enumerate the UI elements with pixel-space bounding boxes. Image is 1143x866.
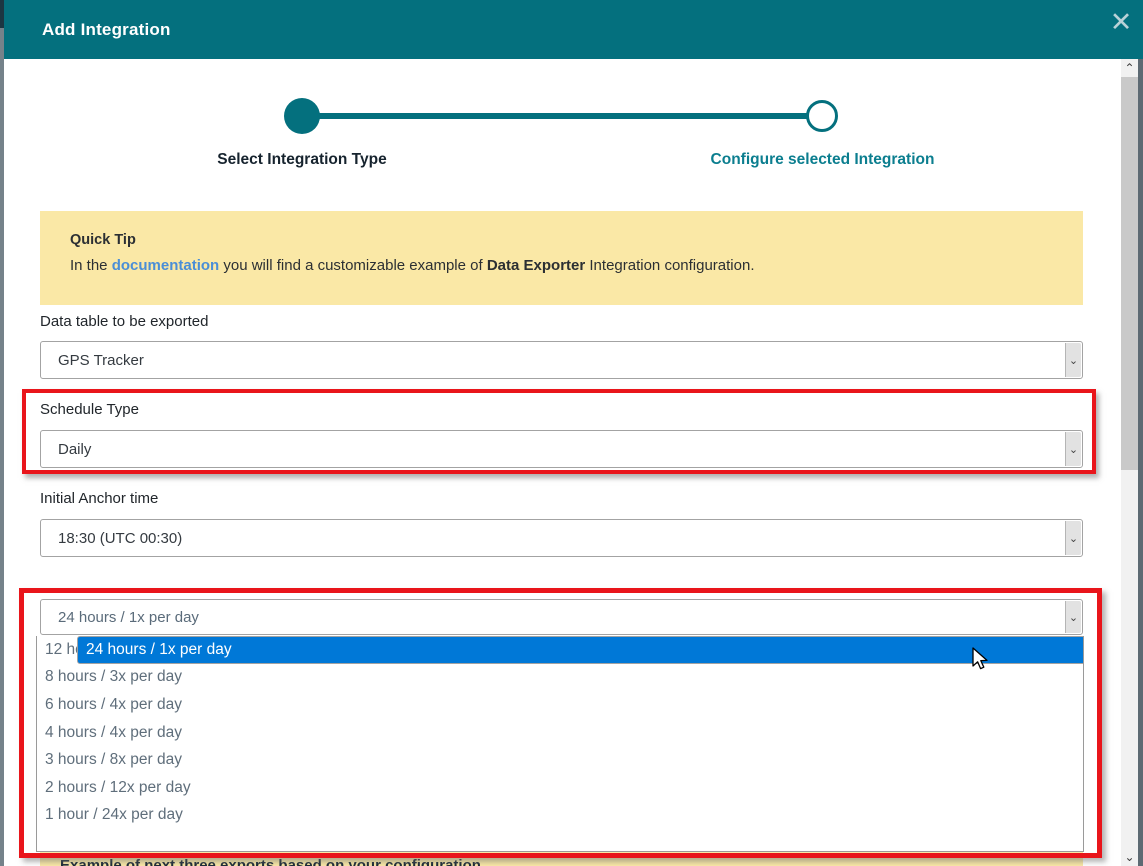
anchor-time-label: Initial Anchor time [40,490,158,507]
close-icon[interactable]: ✕ [1107,8,1135,36]
schedule-type-value: Daily [58,431,91,467]
modal-title: Add Integration [42,20,171,40]
scrollbar-up-arrow-icon[interactable]: ⌃ [1121,59,1138,77]
quick-tip-text: you will find a customizable example of [219,257,487,274]
interval-option[interactable]: 4 hours / 4x per day [37,719,1083,747]
data-table-label: Data table to be exported [40,313,208,330]
schedule-type-label: Schedule Type [40,401,139,418]
quick-tip-box: Quick Tip In the documentation you will … [40,211,1083,305]
background-edge-left [0,28,4,866]
scrollbar-thumb[interactable] [1121,77,1138,470]
vertical-scrollbar[interactable]: ⌃ ⌄ [1121,59,1138,866]
quick-tip-body: In the documentation you will find a cus… [70,257,1053,274]
anchor-time-select[interactable]: 18:30 (UTC 00:30) ⌄ [40,519,1083,557]
quick-tip-text: In the [70,257,112,274]
interval-option[interactable]: 1 hour / 24x per day [37,802,1083,830]
example-note-box: Example of next three exports based on y… [40,852,1083,866]
interval-option[interactable]: 8 hours / 3x per day [37,664,1083,692]
chevron-down-icon[interactable]: ⌄ [1065,343,1081,377]
interval-option[interactable]: 24 hours / 1x per day [77,636,1084,664]
interval-option[interactable]: 6 hours / 4x per day [37,691,1083,719]
modal-header: Add Integration ✕ [4,0,1143,59]
mouse-cursor-icon [972,647,994,671]
step2-outline-circle-icon [806,100,838,132]
interval-option[interactable]: 3 hours / 8x per day [37,746,1083,774]
data-table-value: GPS Tracker [58,342,144,378]
chevron-down-icon[interactable]: ⌄ [1065,521,1081,555]
data-table-select[interactable]: GPS Tracker ⌄ [40,341,1083,379]
interval-select[interactable]: 24 hours / 1x per day ⌄ [40,599,1083,635]
interval-options-list: 24 hours / 1x per day12 hours / 2x per d… [36,636,1084,852]
scrollbar-down-arrow-icon[interactable]: ⌄ [1121,848,1138,866]
anchor-time-value: 18:30 (UTC 00:30) [58,520,182,556]
background-edge-right [1138,59,1143,866]
quick-tip-title: Quick Tip [70,232,1053,248]
step2-label: Configure selected Integration [650,151,995,169]
interval-value: 24 hours / 1x per day [58,600,199,634]
stepper-connector [302,113,822,119]
documentation-link[interactable]: documentation [112,257,220,274]
chevron-down-icon[interactable]: ⌄ [1065,601,1081,633]
interval-option[interactable]: 2 hours / 12x per day [37,774,1083,802]
add-integration-modal: Add Integration ✕ ⌃ ⌄ Select Integration… [0,0,1143,866]
chevron-down-icon[interactable]: ⌄ [1065,432,1081,466]
quick-tip-bold: Data Exporter [487,257,585,274]
step1-label: Select Integration Type [150,151,454,169]
quick-tip-text: Integration configuration. [585,257,754,274]
schedule-type-select[interactable]: Daily ⌄ [40,430,1083,468]
step1-filled-circle-icon [284,98,320,134]
example-note-text: Example of next three exports based on y… [60,857,481,866]
